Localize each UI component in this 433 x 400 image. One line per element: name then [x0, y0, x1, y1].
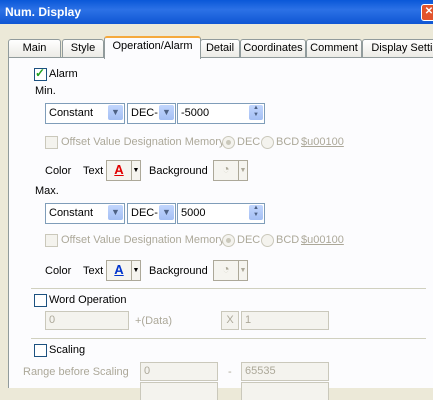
- word-operation-value-field[interactable]: 0: [45, 311, 129, 330]
- tab-coordinates[interactable]: Coordinates: [240, 39, 306, 57]
- scaling-label: Scaling: [49, 344, 86, 356]
- max-offset-label: Offset Value Designation Memory: [61, 234, 225, 246]
- alarm-label: Alarm: [49, 68, 78, 80]
- tab-operation-alarm[interactable]: Operation/Alarm: [104, 36, 201, 59]
- min-type-select[interactable]: Constant ▼: [45, 103, 125, 124]
- max-text-label: Text: [83, 265, 104, 277]
- max-value-spinbox[interactable]: 5000 ▲ ▼: [177, 203, 265, 224]
- max-background-label: Background: [149, 265, 208, 277]
- paint-bucket-icon: ◔: [213, 160, 239, 181]
- chevron-down-icon[interactable]: ▼: [238, 260, 248, 281]
- separator: [31, 288, 426, 289]
- text-color-icon: A: [106, 260, 132, 281]
- max-dec-radio[interactable]: [222, 234, 235, 247]
- spin-arrows-icon[interactable]: ▲ ▼: [249, 105, 263, 120]
- min-offset-checkbox[interactable]: [45, 136, 58, 149]
- paint-bucket-icon: ◔: [213, 260, 239, 281]
- data-label: +(Data): [135, 315, 172, 327]
- chevron-down-icon: ▼: [108, 105, 123, 120]
- min-bcd-radio[interactable]: [261, 136, 274, 149]
- word-operation-checkbox[interactable]: [34, 294, 47, 307]
- min-background-button[interactable]: ◔ ▼: [213, 160, 248, 181]
- min-device-link[interactable]: $u00100: [301, 136, 344, 148]
- min-background-label: Background: [149, 165, 208, 177]
- min-offset-label: Offset Value Designation Memory: [61, 136, 225, 148]
- max-device-link[interactable]: $u00100: [301, 234, 344, 246]
- chevron-down-icon: ▼: [159, 205, 174, 220]
- range-to-field[interactable]: 65535: [241, 362, 329, 381]
- spin-arrows-icon[interactable]: ▲ ▼: [249, 205, 263, 220]
- tab-comment[interactable]: Comment: [306, 39, 362, 57]
- tab-detail[interactable]: Detail: [200, 39, 240, 57]
- text-color-icon: A: [106, 160, 132, 181]
- tab-main[interactable]: Main: [8, 39, 61, 57]
- min-dec-radio[interactable]: [222, 136, 235, 149]
- max-text-color-button[interactable]: A ▼: [106, 260, 141, 281]
- min-dec-label: DEC: [237, 136, 261, 148]
- chevron-down-icon: ▼: [108, 205, 123, 220]
- max-bcd-radio[interactable]: [261, 234, 274, 247]
- word-operation-factor-field[interactable]: 1: [241, 311, 329, 330]
- tab-display-setting[interactable]: Display Setting: [362, 39, 433, 57]
- max-background-button[interactable]: ◔ ▼: [213, 260, 248, 281]
- scaling-checkbox[interactable]: [34, 344, 47, 357]
- chevron-down-icon: ▼: [159, 105, 174, 120]
- range-before-scaling-label: Range before Scaling: [23, 366, 129, 378]
- max-bcd-label: BCD: [276, 234, 300, 246]
- min-value-spinbox[interactable]: -5000 ▲ ▼: [177, 103, 265, 124]
- close-icon[interactable]: ✕: [421, 4, 433, 21]
- min-text-label: Text: [83, 165, 104, 177]
- max-dec-label: DEC: [237, 234, 261, 246]
- word-operation-label: Word Operation: [49, 294, 127, 306]
- max-color-label: Color: [45, 265, 72, 277]
- separator: [31, 338, 426, 339]
- range-dash: -: [228, 366, 232, 378]
- operation-alarm-panel: ✓ Alarm Min. Constant ▼ DEC- ▼ -5000 ▲ ▼ …: [8, 57, 433, 400]
- min-format-select[interactable]: DEC- ▼: [127, 103, 176, 124]
- alarm-checkbox[interactable]: ✓: [34, 66, 47, 81]
- max-label: Max.: [35, 185, 59, 197]
- tab-style[interactable]: Style: [62, 39, 104, 57]
- max-type-select[interactable]: Constant ▼: [45, 203, 125, 224]
- window-title: Num. Display: [5, 5, 82, 19]
- multiply-button[interactable]: X: [221, 311, 239, 330]
- min-text-color-button[interactable]: A ▼: [106, 160, 141, 181]
- max-offset-checkbox[interactable]: [45, 234, 58, 247]
- scaled-from-field[interactable]: [140, 382, 218, 400]
- chevron-down-icon[interactable]: ▼: [238, 160, 248, 181]
- chevron-down-icon[interactable]: ▼: [131, 160, 141, 181]
- checkmark-icon: ✓: [35, 66, 46, 80]
- title-bar: Num. Display ✕: [0, 0, 433, 24]
- min-label: Min.: [35, 85, 56, 97]
- min-color-label: Color: [45, 165, 72, 177]
- range-from-field[interactable]: 0: [140, 362, 218, 381]
- scaled-to-field[interactable]: [241, 382, 329, 400]
- chevron-down-icon[interactable]: ▼: [131, 260, 141, 281]
- max-format-select[interactable]: DEC- ▼: [127, 203, 176, 224]
- min-bcd-label: BCD: [276, 136, 300, 148]
